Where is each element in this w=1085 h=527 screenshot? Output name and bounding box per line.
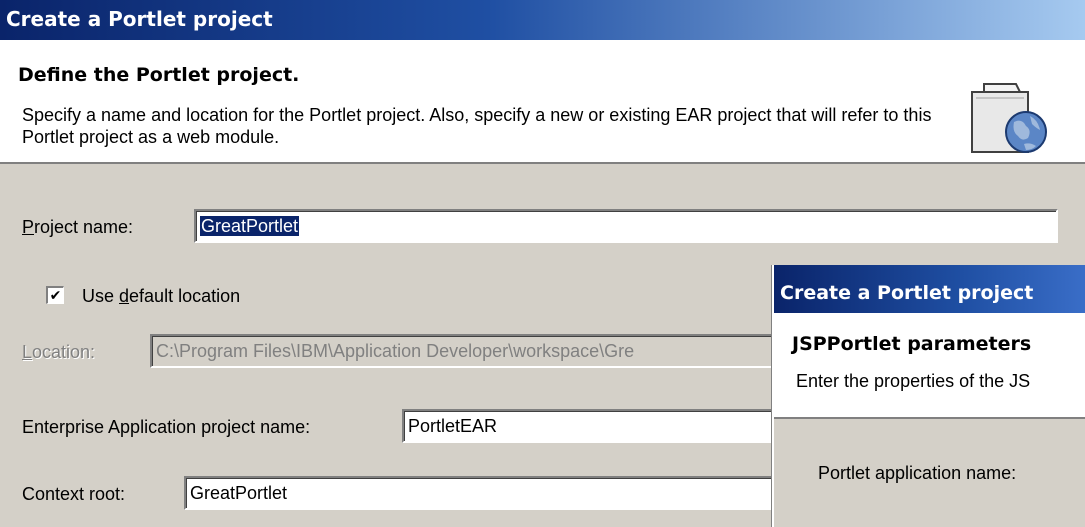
use-default-location-label[interactable]: Use default location [82,286,240,307]
banner-description: Specify a name and location for the Port… [22,105,932,147]
ear-project-input[interactable]: PortletEAR [402,409,782,443]
overlay-wizard-window[interactable]: Create a Portlet project JSPPortlet para… [772,265,1085,527]
overlay-banner-description: Enter the properties of the JS [796,371,1031,391]
window-titlebar[interactable]: Create a Portlet project [0,0,1085,40]
location-value: C:\Program Files\IBM\Application Develop… [156,341,635,361]
banner-title: Define the Portlet project. [18,64,300,86]
project-name-input[interactable]: GreatPortlet [194,209,1058,243]
folder-globe-icon [971,83,1047,153]
location-label: Location: [22,342,96,362]
wizard-banner: Define the Portlet project. Specify a na… [0,40,1085,164]
project-name-label-text: Project name: [22,217,134,237]
context-root-label: Context root: [22,484,126,504]
project-name-label: Project name: [22,217,133,238]
window-title: Create a Portlet project [6,7,273,31]
context-root-input[interactable]: GreatPortlet [184,476,782,510]
overlay-title: Create a Portlet project [780,282,1034,304]
location-input[interactable]: C:\Program Files\IBM\Application Develop… [150,334,780,368]
portlet-application-name-label: Portlet application name: [818,463,1017,483]
ear-project-value: PortletEAR [408,416,498,436]
use-default-location-checkbox[interactable]: ✔ [46,286,64,304]
ear-project-label: Enterprise Application project name: [22,417,311,437]
overlay-banner-title: JSPPortlet parameters [792,333,1032,355]
project-name-value: GreatPortlet [200,216,300,236]
overlay-banner: JSPPortlet parameters Enter the properti… [774,313,1085,419]
context-root-value: GreatPortlet [190,483,288,503]
overlay-titlebar[interactable]: Create a Portlet project [774,265,1085,313]
